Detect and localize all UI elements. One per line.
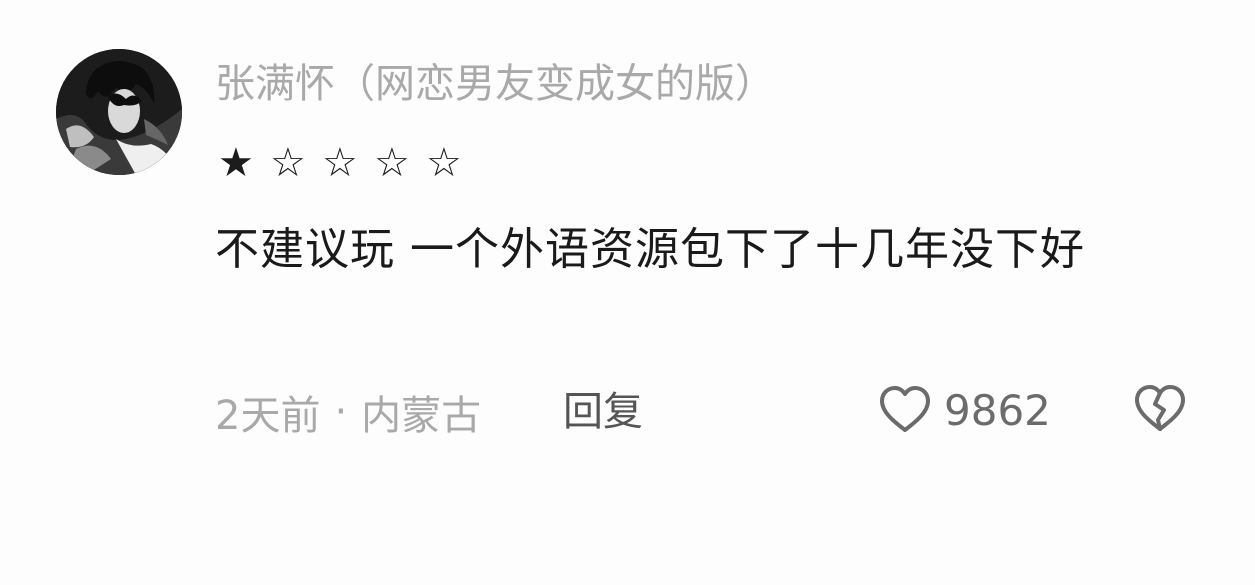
- reply-button[interactable]: 回复: [563, 384, 643, 440]
- star-empty-icon: ☆: [322, 140, 358, 186]
- comment-meta: 2天前 · 内蒙古: [215, 384, 481, 440]
- like-count: 9862: [944, 385, 1051, 435]
- username[interactable]: 张满怀（网恋男友变成女的版）: [215, 56, 775, 112]
- star-rating: ★ ☆ ☆ ☆ ☆: [218, 138, 478, 188]
- like-button[interactable]: 9862: [876, 380, 1051, 440]
- meta-separator: ·: [334, 389, 348, 435]
- avatar-image: [56, 49, 182, 175]
- star-empty-icon: ☆: [374, 140, 410, 186]
- heart-outline-icon: [880, 386, 930, 432]
- star-empty-icon: ☆: [270, 140, 306, 186]
- dislike-button[interactable]: [1131, 380, 1189, 438]
- avatar[interactable]: [56, 49, 182, 175]
- timestamp: 2天前: [215, 393, 321, 439]
- comment-text: 不建议玩 一个外语资源包下了十几年没下好: [215, 224, 1085, 275]
- broken-heart-icon: [1135, 385, 1185, 431]
- location: 内蒙古: [361, 393, 482, 439]
- star-empty-icon: ☆: [426, 140, 462, 186]
- comment-item: 张满怀（网恋男友变成女的版） ★ ☆ ☆ ☆ ☆ 不建议玩 一个外语资源包下了十…: [0, 0, 1255, 585]
- star-filled-icon: ★: [218, 140, 254, 186]
